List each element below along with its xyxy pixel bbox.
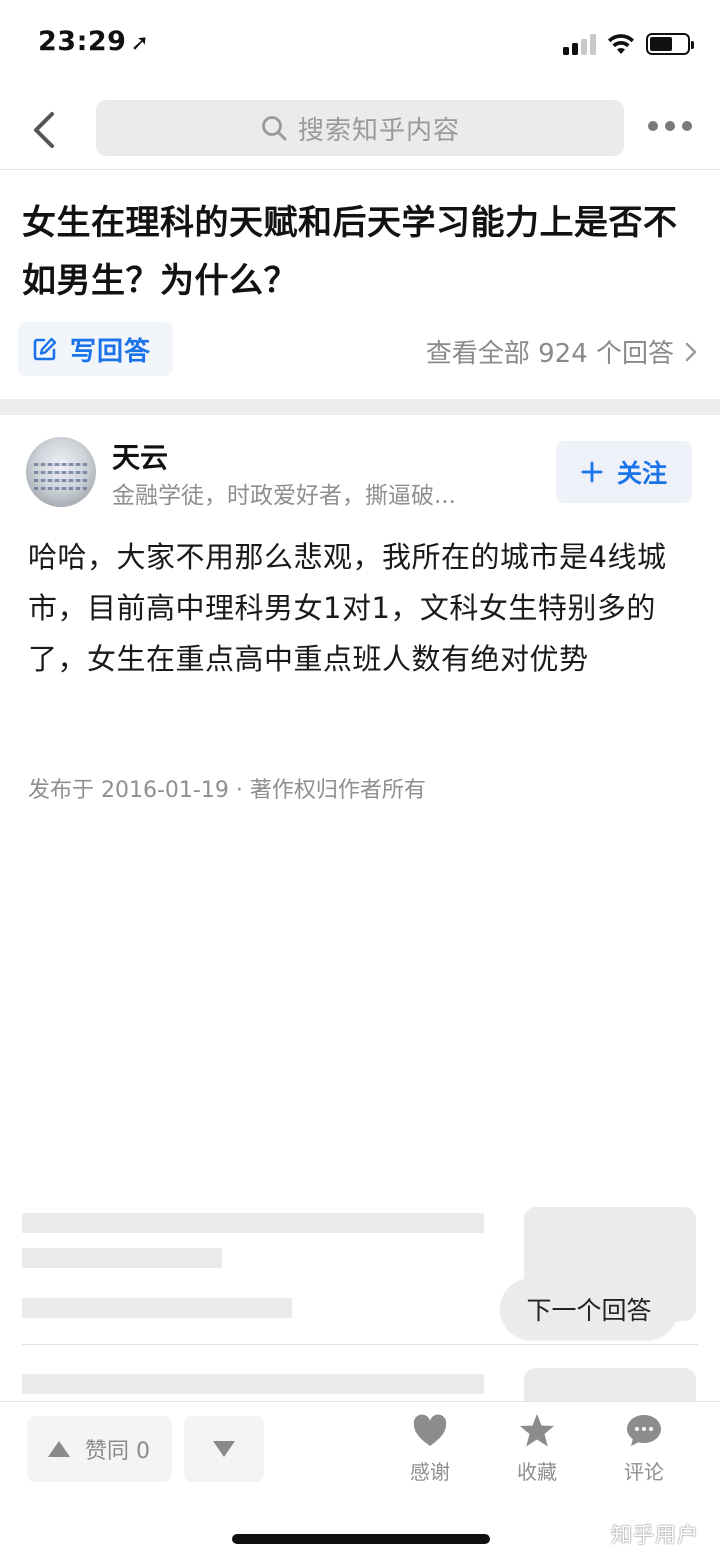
wifi-icon — [608, 34, 634, 54]
publish-info: 发布于 2016-01-19 · 著作权归作者所有 — [28, 778, 426, 803]
top-nav-bar: 搜索知乎内容 — [0, 90, 720, 170]
question-title[interactable]: 女生在理科的天赋和后天学习能力上是否不如男生？为什么？ — [22, 194, 702, 310]
upvote-label: 赞同 0 — [85, 1439, 150, 1464]
clock-text: 23:29 — [38, 26, 127, 57]
status-time: 23:29 ➚ — [38, 26, 149, 57]
star-icon — [520, 1414, 554, 1447]
next-answer-button[interactable]: 下一个回答 — [500, 1278, 678, 1340]
thanks-label: 感谢 — [410, 1460, 450, 1484]
home-indicator[interactable] — [232, 1534, 490, 1544]
downvote-button[interactable] — [184, 1416, 264, 1482]
more-dots-icon[interactable] — [648, 116, 692, 136]
battery-icon — [646, 33, 694, 55]
divider — [22, 1344, 698, 1345]
edit-icon — [33, 337, 57, 361]
comment-label: 评论 — [624, 1460, 664, 1484]
location-arrow-icon: ➚ — [130, 31, 150, 56]
chevron-right-icon — [685, 342, 697, 361]
avatar[interactable] — [26, 437, 96, 507]
collect-label: 收藏 — [517, 1460, 557, 1484]
triangle-down-icon — [213, 1441, 235, 1457]
skeleton-line — [22, 1374, 484, 1394]
write-answer-button[interactable]: 写回答 — [18, 322, 173, 376]
back-arrow-icon[interactable] — [26, 108, 62, 152]
speech-bubble-icon — [627, 1415, 661, 1446]
view-all-answers-link[interactable]: 查看全部 924 个回答 — [426, 333, 698, 370]
view-all-label: 查看全部 924 个回答 — [425, 339, 674, 369]
search-input[interactable]: 搜索知乎内容 — [96, 100, 624, 156]
status-bar: 23:29 ➚ — [0, 0, 720, 90]
cellular-signal-icon — [563, 33, 599, 55]
answer-content: 哈哈，大家不用那么悲观，我所在的城市是4线城市，目前高中理科男女1对1，文科女生… — [28, 540, 667, 676]
follow-button[interactable]: 关注 — [556, 441, 692, 503]
watermark: 知乎用户 — [611, 1523, 699, 1547]
search-placeholder: 搜索知乎内容 — [297, 115, 460, 146]
author-name[interactable]: 天云 — [112, 436, 168, 476]
triangle-up-icon — [48, 1441, 70, 1457]
upvote-button[interactable]: 赞同 0 — [27, 1416, 172, 1482]
collect-button[interactable]: 收藏 — [497, 1412, 577, 1486]
write-answer-label: 写回答 — [70, 336, 152, 367]
bottom-action-bar: 赞同 0 感谢 收藏 评论 知乎用户 — [0, 1401, 720, 1559]
skeleton-line — [22, 1213, 484, 1233]
author-row: 天云 金融学徒，时政爱好者，撕逼破... 关注 — [0, 430, 720, 516]
plus-icon — [581, 461, 603, 483]
section-divider — [0, 399, 720, 415]
thanks-button[interactable]: 感谢 — [390, 1412, 470, 1486]
skeleton-line — [22, 1248, 222, 1268]
author-bio: 金融学徒，时政爱好者，撕逼破... — [112, 483, 456, 509]
follow-label: 关注 — [616, 459, 667, 488]
search-icon — [262, 116, 287, 141]
heart-icon — [413, 1414, 447, 1446]
comment-button[interactable]: 评论 — [604, 1412, 684, 1486]
skeleton-line — [22, 1298, 292, 1318]
